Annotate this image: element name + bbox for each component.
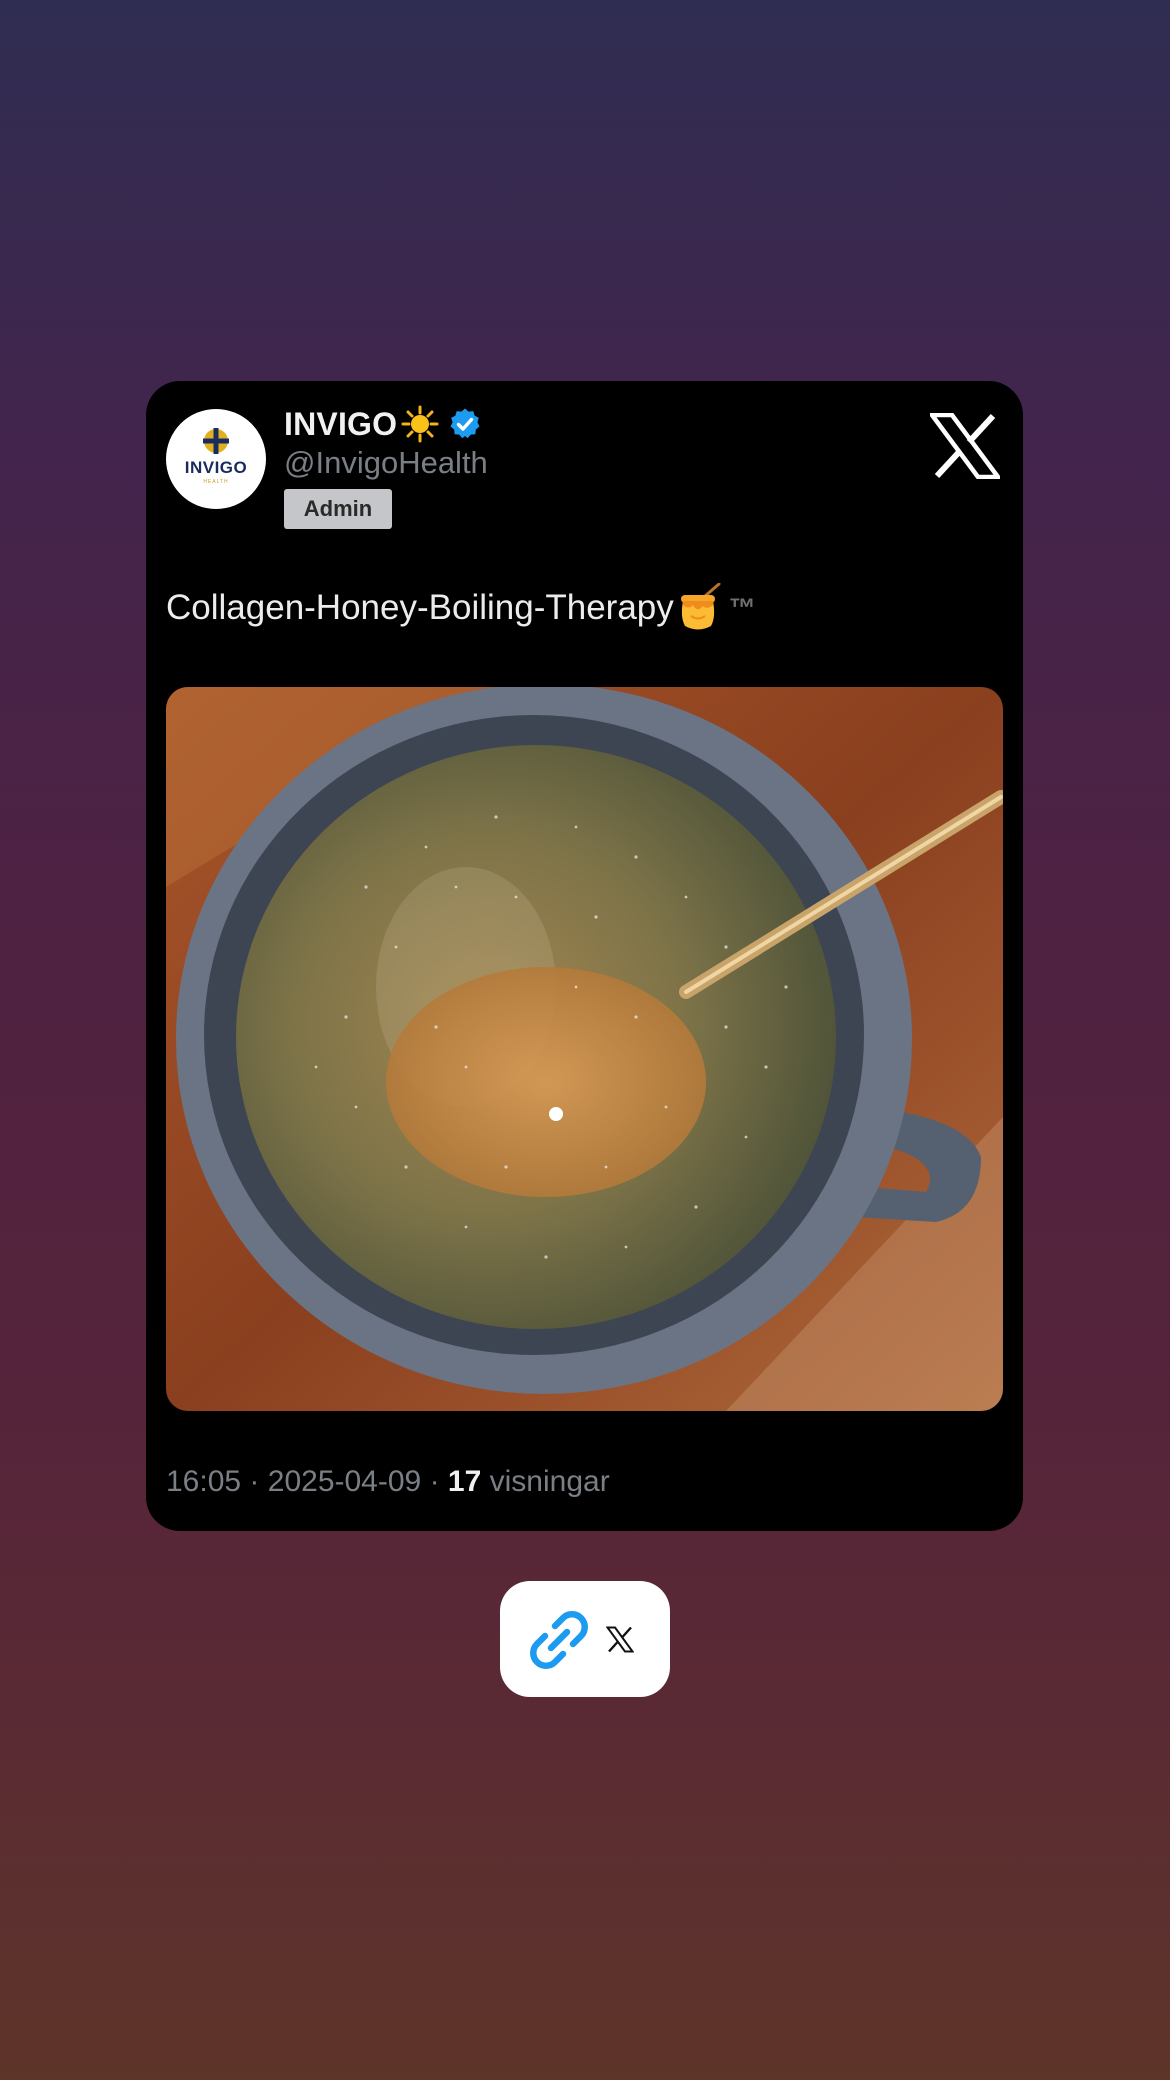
admin-badge: Admin [284,489,392,529]
mug-photo [166,687,1003,1411]
avatar-logo-subtext: HEALTH [203,479,229,485]
tweet-card[interactable]: INVIGO HEALTH INVIGO @InvigoHealth Admin [146,381,1023,1531]
meta-separator: · [249,1465,260,1498]
tweet-date: 2025-04-09 [267,1465,422,1498]
views-count: 17 [447,1465,482,1498]
honey-pot-icon [680,583,721,630]
x-logo-small-icon [606,1626,634,1653]
tweet-meta: 16:05 · 2025-04-09 · 17 visningar [166,1465,610,1499]
avatar[interactable]: INVIGO HEALTH [166,409,266,509]
user-handle[interactable]: @InvigoHealth [284,445,488,481]
tweet-time: 16:05 [166,1465,242,1498]
display-name[interactable]: INVIGO [284,406,397,443]
views-label: visningar [489,1465,610,1498]
trademark-symbol: ™ [728,592,756,623]
verified-badge-icon [450,408,480,439]
tweet-image[interactable] [166,687,1003,1411]
x-logo-icon[interactable] [930,413,1000,479]
tweet-body: Collagen-Honey-Boiling-Therapy [166,588,674,627]
link-icon [530,1611,588,1669]
tweet-text: Collagen-Honey-Boiling-Therapy ™ [166,583,756,633]
meta-separator: · [429,1465,440,1498]
avatar-logo-text: INVIGO [184,458,248,477]
sun-emoji-icon [401,405,439,443]
name-row: INVIGO [284,403,482,445]
open-link-button[interactable] [500,1581,670,1697]
